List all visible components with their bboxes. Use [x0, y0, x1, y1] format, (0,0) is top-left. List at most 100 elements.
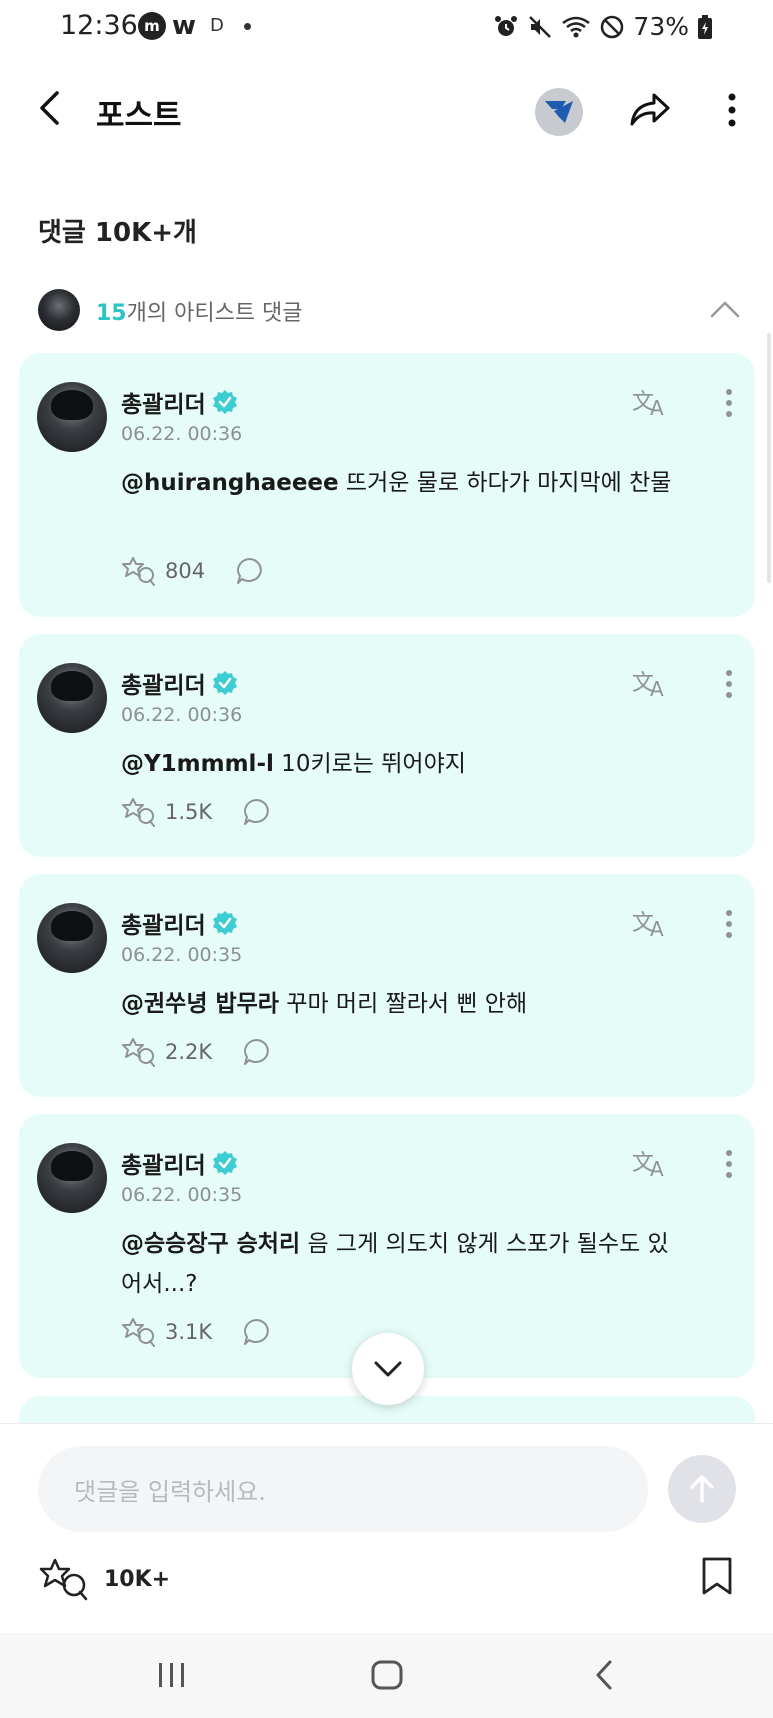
author-name[interactable]: 총괄리더 — [121, 666, 206, 700]
avatar[interactable] — [37, 382, 107, 452]
wifi-icon — [562, 16, 591, 37]
like-icon — [122, 798, 155, 827]
scrollbar[interactable] — [767, 333, 771, 583]
svg-text:A: A — [650, 396, 664, 419]
translate-button[interactable]: 文A — [631, 664, 671, 704]
comment-text: @승승장구 승처리 음 그게 의도치 않게 스포가 될수도 있어서...? — [121, 1224, 681, 1304]
svg-text:A: A — [650, 1157, 664, 1180]
reply-button[interactable] — [242, 1037, 272, 1067]
status-time: 12:36 — [60, 10, 138, 41]
recent-apps-button[interactable] — [150, 1653, 194, 1697]
comment-text: @권쑤녕 밥무라 꾸마 머리 짤라서 삔 안해 — [121, 984, 681, 1024]
artist-logo-button[interactable] — [535, 88, 583, 136]
home-icon — [371, 1660, 403, 1690]
like-button[interactable] — [121, 1314, 157, 1350]
artist-comments-text: 개의 아티스트 댓글 — [126, 301, 303, 326]
share-button[interactable] — [626, 86, 674, 134]
translate-button[interactable]: 文A — [631, 904, 671, 944]
more-vertical-icon — [726, 1150, 732, 1178]
artist-logo-icon — [545, 101, 573, 123]
status-system-icons: 73% — [493, 12, 713, 41]
like-icon — [122, 557, 155, 586]
comment-body: 뜨거운 물로 하다가 마지막에 찬물 — [338, 470, 672, 496]
app-w-icon: w — [172, 11, 197, 41]
reply-icon — [237, 558, 262, 584]
comment-more-button[interactable] — [719, 904, 739, 944]
svg-text:A: A — [650, 677, 664, 700]
comment-body: 꾸마 머리 짤라서 삔 안해 — [278, 991, 528, 1017]
bookmark-button[interactable] — [700, 1554, 734, 1598]
arrow-up-icon — [690, 1475, 714, 1503]
reply-button[interactable] — [242, 797, 272, 827]
alarm-icon — [495, 15, 518, 36]
comment-more-button[interactable] — [719, 664, 739, 704]
comment-card: 총괄리더 06.22. 00:36 @Y1mmml-l 10키로는 뛰어야지 文… — [19, 634, 755, 857]
comment-input[interactable]: 댓글을 입력하세요. — [38, 1446, 648, 1532]
reply-button[interactable] — [235, 556, 265, 586]
back-button[interactable] — [28, 86, 72, 130]
bookmark-icon — [702, 1557, 732, 1595]
translate-icon: 文A — [632, 1151, 664, 1180]
reply-icon — [244, 1319, 269, 1345]
chevron-up-icon — [710, 301, 740, 318]
app-d-icon: D — [210, 15, 224, 36]
like-icon — [122, 1038, 155, 1067]
more-vertical-icon — [728, 93, 736, 127]
comment-actions: 3.1K — [121, 1314, 272, 1350]
verified-badge-icon — [212, 389, 238, 415]
author-name[interactable]: 총괄리더 — [121, 385, 206, 419]
more-notifications-dot-icon — [243, 22, 251, 30]
status-notification-icons: m w D — [138, 12, 251, 40]
more-vertical-icon — [726, 670, 732, 698]
verified-badge-icon — [212, 910, 238, 936]
comment-compose-panel: 댓글을 입력하세요. 10K+ — [0, 1423, 773, 1633]
home-button[interactable] — [365, 1653, 409, 1697]
comment-mention[interactable]: @huiranghaeeee — [121, 470, 339, 496]
artist-avatar — [38, 289, 80, 331]
avatar[interactable] — [37, 1143, 107, 1213]
comment-mention[interactable]: @승승장구 승처리 — [121, 1231, 300, 1257]
svg-text:A: A — [650, 917, 664, 940]
comment-card: 총괄리더 06.22. 00:36 @huiranghaeeee 뜨거운 물로 … — [19, 353, 755, 617]
avatar[interactable] — [37, 663, 107, 733]
artist-comments-label: 15개의 아티스트 댓글 — [96, 295, 303, 327]
author-name[interactable]: 총괄리더 — [121, 1146, 206, 1180]
comment-mention[interactable]: @권쑤녕 밥무라 — [121, 991, 279, 1017]
avatar[interactable] — [37, 903, 107, 973]
collapse-button[interactable] — [707, 291, 743, 327]
artist-comments-count: 15 — [96, 301, 127, 326]
top-app-bar: 포스트 — [0, 70, 773, 150]
comment-more-button[interactable] — [719, 383, 739, 423]
send-button[interactable] — [668, 1455, 736, 1523]
more-options-button[interactable] — [716, 86, 748, 134]
like-icon — [122, 1318, 155, 1347]
like-button[interactable] — [121, 794, 157, 830]
more-vertical-icon — [726, 910, 732, 938]
system-navigation-bar — [0, 1633, 773, 1718]
total-likes[interactable]: 10K+ — [38, 1556, 170, 1602]
battery-icon — [698, 14, 712, 39]
like-button[interactable] — [121, 1034, 157, 1070]
scroll-to-bottom-button[interactable] — [352, 1333, 424, 1405]
system-back-button[interactable] — [582, 1653, 626, 1697]
translate-button[interactable]: 文A — [631, 383, 671, 423]
comment-more-button[interactable] — [719, 1144, 739, 1184]
comment-mention[interactable]: @Y1mmml-l — [121, 751, 274, 777]
translate-button[interactable]: 文A — [631, 1144, 671, 1184]
artist-comments-header[interactable]: 15개의 아티스트 댓글 — [38, 287, 743, 333]
comment-date: 06.22. 00:35 — [121, 1184, 243, 1206]
like-button[interactable] — [121, 553, 157, 589]
author-name[interactable]: 총괄리더 — [121, 906, 206, 940]
verified-badge-icon — [212, 670, 238, 696]
app-m-icon: m — [138, 12, 166, 40]
chevron-down-icon — [374, 1361, 402, 1377]
comments-count: 댓글 10K+개 — [38, 218, 197, 248]
like-count: 2.2K — [165, 1040, 213, 1064]
page-title: 포스트 — [96, 98, 182, 134]
comment-actions: 2.2K — [121, 1034, 272, 1070]
reply-button[interactable] — [242, 1317, 272, 1347]
comment-text: @Y1mmml-l 10키로는 뛰어야지 — [121, 744, 681, 784]
comment-date: 06.22. 00:36 — [121, 423, 243, 445]
reply-icon — [244, 1039, 269, 1065]
verified-badge-icon — [212, 1150, 238, 1176]
